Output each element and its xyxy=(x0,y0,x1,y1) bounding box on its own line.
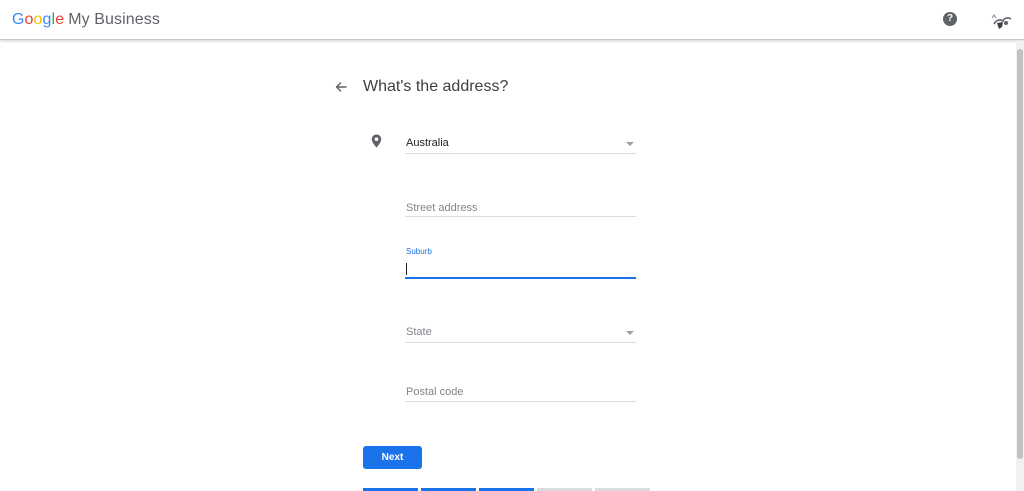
postal-code-field[interactable]: Postal code xyxy=(405,384,636,402)
back-button[interactable] xyxy=(333,79,349,95)
text-cursor xyxy=(406,263,407,275)
next-button[interactable]: Next xyxy=(363,446,422,469)
suburb-floating-label: Suburb xyxy=(406,247,432,256)
page-title: What's the address? xyxy=(363,78,509,95)
logo-google-text: Google xyxy=(12,11,65,28)
avatar-icon xyxy=(991,13,1012,29)
scrollbar-thumb[interactable] xyxy=(1017,49,1023,459)
location-pin-icon xyxy=(371,134,382,148)
arrow-back-icon xyxy=(335,82,347,92)
state-placeholder: State xyxy=(406,326,432,338)
chevron-down-icon xyxy=(626,331,634,335)
postal-code-placeholder: Postal code xyxy=(406,386,464,398)
chevron-down-icon xyxy=(626,142,634,146)
street-address-field[interactable]: Street address xyxy=(405,199,636,217)
country-value: Australia xyxy=(406,137,449,149)
help-icon[interactable]: ? xyxy=(943,12,957,26)
top-app-bar: Google My Business ? xyxy=(0,0,1024,40)
logo-brand-text: My Business xyxy=(68,11,160,28)
google-my-business-logo[interactable]: Google My Business xyxy=(12,11,160,29)
scrollbar[interactable] xyxy=(1016,41,1024,491)
avatar[interactable] xyxy=(990,10,1014,32)
suburb-field[interactable]: Suburb xyxy=(405,246,636,279)
country-select[interactable]: Australia xyxy=(405,134,636,154)
street-address-placeholder: Street address xyxy=(406,202,478,214)
state-select[interactable]: State xyxy=(405,323,636,343)
